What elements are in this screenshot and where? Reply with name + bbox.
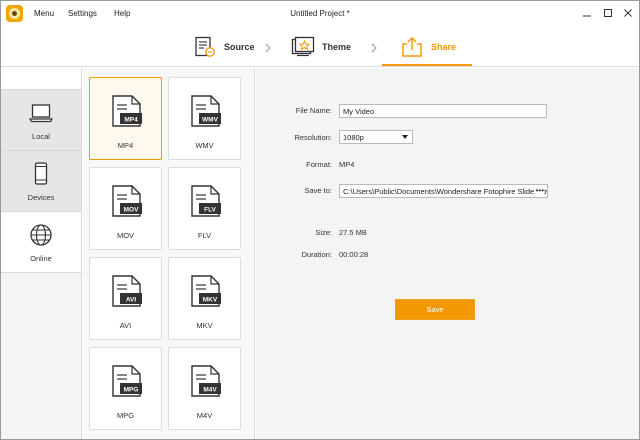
save-path-field[interactable]: C:\Users\Public\Documents\Wondershare Fo…: [339, 184, 548, 198]
format-badge: MPG: [124, 386, 139, 393]
resolution-value: 1080p: [343, 133, 364, 142]
maximize-button[interactable]: [601, 6, 615, 20]
globe-icon: [30, 224, 52, 246]
format-card-flv[interactable]: FLV FLV: [168, 167, 241, 250]
nav-item-devices-label: Devices: [27, 193, 55, 202]
format-card-label: WMV: [195, 141, 214, 150]
format-badge: MOV: [124, 206, 139, 213]
save-to-label: Save to:: [304, 186, 332, 195]
save-path-value: C:\Users\Public\Documents\Wondershare Fo…: [343, 187, 548, 196]
nav-item-local-label: Local: [32, 132, 50, 141]
format-card-label: AVI: [119, 321, 132, 330]
format-value: MP4: [339, 160, 355, 169]
minimize-icon: [583, 15, 591, 17]
share-icon: [402, 37, 422, 57]
format-card-label: M4V: [196, 411, 213, 420]
window-title: Untitled Project *: [290, 9, 350, 18]
nav-item-online[interactable]: Online: [1, 212, 81, 273]
nav-item-devices[interactable]: Devices: [1, 151, 81, 212]
video-file-icon: MP4: [112, 95, 142, 127]
format-badge: WMV: [202, 116, 219, 123]
step-source[interactable]: Source: [193, 33, 255, 61]
step-theme[interactable]: Theme: [291, 33, 351, 61]
format-badge: MKV: [203, 296, 218, 303]
maximize-icon: [604, 9, 612, 17]
format-card-mov[interactable]: MOV MOV: [89, 167, 162, 250]
format-card-label: FLV: [197, 231, 212, 240]
nav-item-local[interactable]: Local: [1, 90, 81, 151]
size-label: Size:: [315, 228, 332, 237]
format-card-wmv[interactable]: WMV WMV: [168, 77, 241, 160]
source-icon: [195, 36, 215, 57]
video-file-icon: M4V: [191, 365, 221, 397]
format-label: Format:: [306, 160, 332, 169]
format-card-m4v[interactable]: M4V M4V: [168, 347, 241, 430]
app-window: Menu Settings Help Untitled Project * So…: [0, 0, 640, 440]
theme-icon: [291, 36, 315, 57]
resolution-label: Resolution:: [294, 133, 332, 142]
format-card-label: MKV: [196, 321, 213, 330]
browse-button[interactable]: •••: [533, 186, 544, 195]
video-file-icon: WMV: [191, 95, 221, 127]
save-button[interactable]: Save: [395, 299, 475, 320]
dropdown-arrow-icon: [402, 135, 408, 139]
duration-value: 00:00:28: [339, 250, 369, 259]
format-card-mkv[interactable]: MKV MKV: [168, 257, 241, 340]
format-card-label: MOV: [116, 231, 135, 240]
resolution-select[interactable]: 1080p: [339, 130, 413, 144]
phone-icon: [34, 162, 48, 185]
format-card-avi[interactable]: AVI AVI: [89, 257, 162, 340]
title-bar: Menu Settings Help Untitled Project *: [1, 1, 639, 27]
format-badge: MP4: [124, 116, 138, 123]
format-badge: FLV: [204, 206, 216, 213]
format-badge: AVI: [126, 296, 137, 303]
step-share-label: Share: [431, 42, 457, 52]
active-step-underline: [382, 64, 472, 66]
minimize-button[interactable]: [580, 6, 594, 20]
format-card-label: MPG: [116, 411, 135, 420]
close-button[interactable]: [621, 6, 635, 20]
video-file-icon: MOV: [112, 185, 142, 217]
video-file-icon: AVI: [112, 275, 142, 307]
file-name-label: File Name:: [295, 106, 332, 115]
size-value: 27.5 MB: [339, 228, 367, 237]
step-bar: Source Theme Share: [1, 27, 639, 67]
export-settings-panel: File Name: My Video Resolution: 1080p Fo…: [256, 68, 639, 439]
output-target-nav: Local Devices Online: [1, 68, 82, 439]
video-file-icon: MKV: [191, 275, 221, 307]
step-share[interactable]: Share: [400, 33, 456, 61]
chevron-right-icon: [371, 43, 377, 53]
step-source-label: Source: [224, 42, 255, 52]
format-card-label: MP4: [117, 141, 134, 150]
format-grid: MP4 MP4 WMV WMV MOV MOV FLV FLV AVI AVI MKV MKV MPG M…: [83, 68, 255, 439]
duration-label: Duration:: [301, 250, 332, 259]
file-name-input[interactable]: My Video: [339, 104, 547, 118]
video-file-icon: FLV: [191, 185, 221, 217]
close-icon: [624, 9, 632, 17]
nav-item-online-label: Online: [30, 254, 52, 263]
format-card-mpg[interactable]: MPG MPG: [89, 347, 162, 430]
video-file-icon: MPG: [112, 365, 142, 397]
chevron-right-icon: [265, 43, 271, 53]
format-badge: M4V: [203, 386, 217, 393]
laptop-icon: [28, 104, 54, 123]
nav-header: [1, 68, 81, 90]
format-card-mp4[interactable]: MP4 MP4: [89, 77, 162, 160]
step-theme-label: Theme: [322, 42, 352, 52]
